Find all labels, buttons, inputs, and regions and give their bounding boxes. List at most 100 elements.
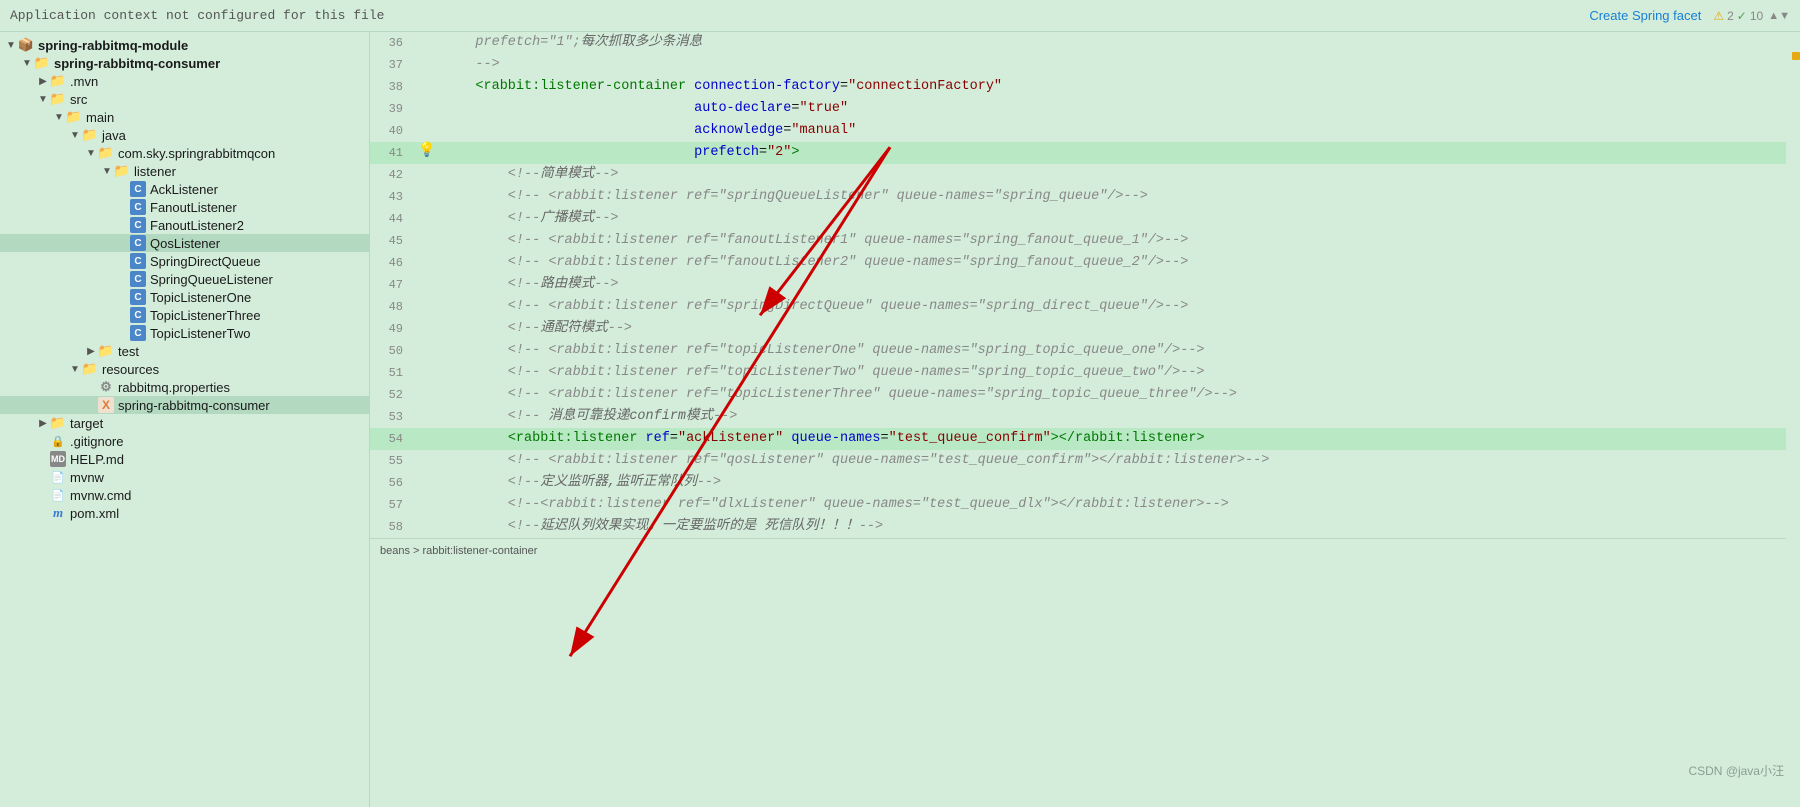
- class-icon-ack: C: [130, 181, 146, 197]
- sidebar-item-acklistener[interactable]: C AckListener: [0, 180, 369, 198]
- sidebar-item-java[interactable]: ▼ 📁 java: [0, 126, 369, 144]
- line-content-42: <!--简单模式-->: [439, 164, 1800, 186]
- sidebar-item-topiclistenertwo[interactable]: C TopicListenerTwo: [0, 324, 369, 342]
- line-content-57: <!--<rabbit:listener ref="dlxListener" q…: [439, 494, 1800, 516]
- arrow-listener: ▼: [100, 164, 114, 178]
- line-num-43: 43: [370, 186, 415, 208]
- line-num-45: 45: [370, 230, 415, 252]
- mvnw-icon: 📄: [50, 469, 66, 485]
- bottom-breadcrumb: beans > rabbit:listener-container: [370, 538, 1800, 562]
- pom-icon: m: [50, 505, 66, 521]
- code-line-42: 42 <!--简单模式-->: [370, 164, 1800, 186]
- class-icon-springdirect: C: [130, 253, 146, 269]
- lightbulb-icon[interactable]: 💡: [418, 142, 435, 159]
- code-line-36: 36 prefetch="1";每次抓取多少条消息: [370, 32, 1800, 54]
- sidebar-item-help-md[interactable]: MD HELP.md: [0, 450, 369, 468]
- topiclistenertwo-label: TopicListenerTwo: [150, 326, 250, 341]
- create-spring-facet-link[interactable]: Create Spring facet: [1589, 8, 1701, 23]
- code-line-38: 38 <rabbit:listener-container connection…: [370, 76, 1800, 98]
- sidebar-item-springdirectqueue[interactable]: C SpringDirectQueue: [0, 252, 369, 270]
- line-content-55: <!-- <rabbit:listener ref="qosListener" …: [439, 450, 1800, 472]
- editor-wrapper: 36 prefetch="1";每次抓取多少条消息 37 --> 38 <rab…: [370, 32, 1800, 807]
- arrow-expand: ▼: [4, 38, 18, 52]
- arrow-test: ▶: [84, 344, 98, 358]
- gitignore-label: .gitignore: [70, 434, 123, 449]
- code-line-47: 47 <!--路由模式-->: [370, 274, 1800, 296]
- sidebar-item-main[interactable]: ▼ 📁 main: [0, 108, 369, 126]
- folder-test-icon: 📁: [98, 343, 114, 359]
- sidebar-item-mvnw[interactable]: 📄 mvnw: [0, 468, 369, 486]
- line-num-58: 58: [370, 516, 415, 538]
- sidebar-root-module[interactable]: ▼ 📦 spring-rabbitmq-module: [0, 36, 369, 54]
- sidebar-item-mvn[interactable]: ▶ 📁 .mvn: [0, 72, 369, 90]
- sidebar-item-fanoutlistener2[interactable]: C FanoutListener2: [0, 216, 369, 234]
- code-line-50: 50 <!-- <rabbit:listener ref="topicListe…: [370, 340, 1800, 362]
- warning-badge: ⚠ 2 ✓ 10 ▲▼: [1713, 9, 1790, 23]
- code-line-54: 54 <rabbit:listener ref="ackListener" qu…: [370, 428, 1800, 450]
- sidebar-item-resources[interactable]: ▼ 📁 resources: [0, 360, 369, 378]
- spring-xml-label: spring-rabbitmq-consumer: [118, 398, 270, 413]
- code-line-56: 56 <!--定义监听器,监听正常队列-->: [370, 472, 1800, 494]
- check-count: 10: [1750, 9, 1763, 23]
- code-line-39: 39 auto-declare="true": [370, 98, 1800, 120]
- code-line-57: 57 <!--<rabbit:listener ref="dlxListener…: [370, 494, 1800, 516]
- line-num-54: 54: [370, 428, 415, 450]
- arrow-java: ▼: [68, 128, 82, 142]
- sidebar-item-rabbitmq-props[interactable]: ⚙ rabbitmq.properties: [0, 378, 369, 396]
- gitignore-icon: 🔒: [50, 433, 66, 449]
- mvn-label: .mvn: [70, 74, 98, 89]
- sidebar-item-listener[interactable]: ▼ 📁 listener: [0, 162, 369, 180]
- line-content-39: auto-declare="true": [439, 98, 1800, 120]
- sidebar-item-pom-xml[interactable]: m pom.xml: [0, 504, 369, 522]
- line-content-46: <!-- <rabbit:listener ref="fanoutListene…: [439, 252, 1800, 274]
- line-num-53: 53: [370, 406, 415, 428]
- java-label: java: [102, 128, 126, 143]
- sidebar-item-com-sky[interactable]: ▼ 📁 com.sky.springrabbitmqcon: [0, 144, 369, 162]
- folder-target-icon: 📁: [50, 415, 66, 431]
- arrow-src: ▼: [36, 92, 50, 106]
- line-num-57: 57: [370, 494, 415, 516]
- topiclistenerthree-label: TopicListenerThree: [150, 308, 261, 323]
- sidebar-item-target[interactable]: ▶ 📁 target: [0, 414, 369, 432]
- sidebar-item-springqueuelistener[interactable]: C SpringQueueListener: [0, 270, 369, 288]
- warning-icon: ⚠: [1713, 9, 1724, 23]
- class-icon-topic1: C: [130, 289, 146, 305]
- folder-main-icon: 📁: [66, 109, 82, 125]
- mvnw-cmd-label: mvnw.cmd: [70, 488, 131, 503]
- sidebar-item-fanoutlistener[interactable]: C FanoutListener: [0, 198, 369, 216]
- sidebar-item-spring-xml[interactable]: X spring-rabbitmq-consumer: [0, 396, 369, 414]
- sidebar-item-qoslistener[interactable]: C QosListener: [0, 234, 369, 252]
- sidebar-item-topiclistenerthree[interactable]: C TopicListenerThree: [0, 306, 369, 324]
- line-num-44: 44: [370, 208, 415, 230]
- props-icon: ⚙: [98, 379, 114, 395]
- class-icon-fanout: C: [130, 199, 146, 215]
- com-sky-label: com.sky.springrabbitmqcon: [118, 146, 275, 161]
- watermark: CSDN @java小汪: [1688, 762, 1784, 779]
- target-label: target: [70, 416, 103, 431]
- line-num-49: 49: [370, 318, 415, 340]
- folder-mvn-icon: 📁: [50, 73, 66, 89]
- sidebar-item-consumer[interactable]: ▼ 📁 spring-rabbitmq-consumer: [0, 54, 369, 72]
- breadcrumb-text: beans > rabbit:listener-container: [380, 545, 537, 557]
- line-content-36: prefetch="1";每次抓取多少条消息: [439, 32, 1800, 54]
- line-content-49: <!--通配符模式-->: [439, 318, 1800, 340]
- fanoutlistener-label: FanoutListener: [150, 200, 237, 215]
- resources-label: resources: [102, 362, 159, 377]
- sidebar-item-mvnw-cmd[interactable]: 📄 mvnw.cmd: [0, 486, 369, 504]
- line-content-58: <!--延迟队列效果实现，一定要监听的是 死信队列！！！-->: [439, 516, 1800, 538]
- expand-icon[interactable]: ▲▼: [1768, 10, 1790, 22]
- sidebar-item-topiclistenerone[interactable]: C TopicListenerOne: [0, 288, 369, 306]
- folder-src-icon: 📁: [50, 91, 66, 107]
- code-line-51: 51 <!-- <rabbit:listener ref="topicListe…: [370, 362, 1800, 384]
- code-editor[interactable]: 36 prefetch="1";每次抓取多少条消息 37 --> 38 <rab…: [370, 32, 1800, 562]
- line-num-47: 47: [370, 274, 415, 296]
- line-num-55: 55: [370, 450, 415, 472]
- rabbitmq-props-label: rabbitmq.properties: [118, 380, 230, 395]
- main-label: main: [86, 110, 114, 125]
- app-context-message: Application context not configured for t…: [10, 8, 384, 23]
- sidebar-item-test[interactable]: ▶ 📁 test: [0, 342, 369, 360]
- arrow-resources: ▼: [68, 362, 82, 376]
- sidebar-item-gitignore[interactable]: 🔒 .gitignore: [0, 432, 369, 450]
- line-num-51: 51: [370, 362, 415, 384]
- sidebar-item-src[interactable]: ▼ 📁 src: [0, 90, 369, 108]
